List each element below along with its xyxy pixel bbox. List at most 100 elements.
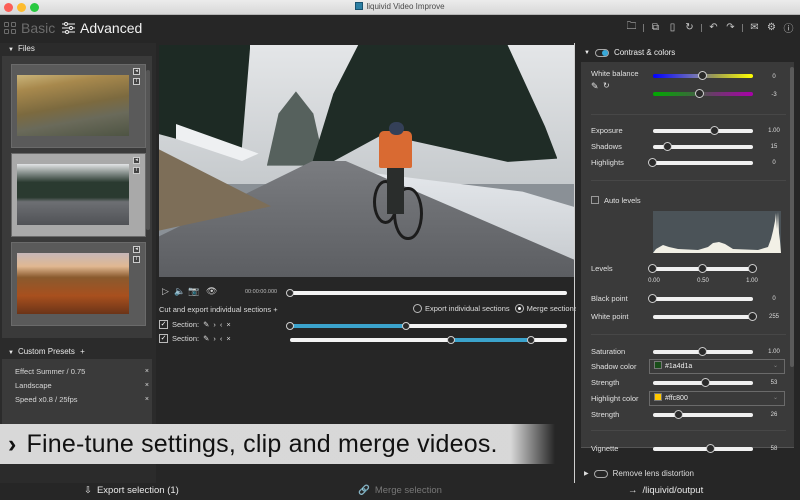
reset-white-balance-icon[interactable]: ↻: [603, 81, 610, 90]
volume-icon[interactable]: 🔈: [174, 286, 185, 297]
highlight-strength-slider[interactable]: [653, 410, 753, 419]
slider-knob[interactable]: [706, 444, 715, 453]
reset-icon[interactable]: ↻: [684, 22, 695, 33]
remove-file-icon[interactable]: ◂: [133, 246, 140, 253]
slider-knob[interactable]: [663, 142, 672, 151]
tab-basic[interactable]: Basic: [4, 20, 55, 36]
playback-knob[interactable]: [286, 289, 294, 297]
slider-knob[interactable]: [698, 347, 707, 356]
slider-knob[interactable]: [674, 410, 683, 419]
slider-knob[interactable]: [748, 312, 757, 321]
files-header[interactable]: ▼ Files: [0, 43, 156, 55]
preset-item[interactable]: Speed x0.8 / 25fps ×: [2, 393, 152, 407]
section-track[interactable]: [290, 336, 567, 344]
shadows-slider[interactable]: [653, 142, 753, 151]
white-balance-tint-slider[interactable]: [653, 89, 753, 98]
delete-section-icon[interactable]: ×: [226, 334, 230, 343]
add-preset-button[interactable]: +: [80, 347, 85, 356]
info-icon[interactable]: ⓘ: [783, 20, 794, 35]
contrast-colors-toggle[interactable]: [594, 48, 609, 57]
snapshot-icon[interactable]: 📷: [188, 286, 199, 297]
remove-file-icon[interactable]: ◂: [133, 157, 140, 164]
slider-knob[interactable]: [648, 294, 657, 303]
white-point-slider[interactable]: [653, 312, 757, 321]
remove-preset-icon[interactable]: ×: [145, 365, 149, 379]
presets-header[interactable]: ▼ Custom Presets +: [0, 346, 156, 358]
panel-divider[interactable]: [574, 43, 575, 483]
shadow-color-dropdown[interactable]: #1a4d1a ⌄: [649, 359, 785, 374]
gear-icon[interactable]: ⚙: [766, 22, 777, 33]
levels-gamma-knob[interactable]: [698, 264, 707, 273]
exposure-slider[interactable]: [653, 126, 753, 135]
video-preview[interactable]: [159, 45, 574, 277]
delete-section-icon[interactable]: ×: [226, 320, 230, 329]
merge-selection-button[interactable]: 🔗 Merge selection: [358, 485, 442, 496]
redo-icon[interactable]: ↷: [725, 22, 736, 33]
slider-knob[interactable]: [698, 71, 707, 80]
chevron-left-icon[interactable]: ‹: [220, 320, 223, 329]
merge-sections-label[interactable]: Merge sections: [527, 304, 578, 313]
auto-levels-checkbox[interactable]: [591, 196, 599, 204]
levels-black-knob[interactable]: [648, 264, 657, 273]
levels-white-knob[interactable]: [748, 264, 757, 273]
output-folder-button[interactable]: → /liquivid/output: [628, 485, 703, 496]
playback-progress[interactable]: [286, 289, 567, 297]
radio-export-individual[interactable]: [413, 304, 422, 313]
chevron-right-icon[interactable]: ›: [213, 320, 216, 329]
preset-item[interactable]: Landscape ×: [2, 379, 152, 393]
section-track[interactable]: [286, 322, 567, 330]
copy-icon[interactable]: ⧉: [650, 22, 661, 33]
edit-icon[interactable]: ✎: [203, 334, 209, 343]
slider-knob[interactable]: [701, 378, 710, 387]
files-scrollbar[interactable]: [146, 70, 150, 230]
app-icon: [355, 2, 364, 10]
vignette-slider[interactable]: [653, 444, 753, 453]
right-panel-scrollbar[interactable]: [790, 67, 794, 367]
edit-icon[interactable]: ✎: [203, 320, 209, 329]
section-start-handle[interactable]: [446, 336, 455, 344]
chevron-left-icon[interactable]: ‹: [220, 334, 223, 343]
export-selection-button[interactable]: ⇩ Export selection (1): [84, 485, 179, 496]
mail-icon[interactable]: ✉: [749, 22, 760, 33]
paste-icon[interactable]: ▯: [667, 22, 678, 33]
eyedropper-icon[interactable]: ✎: [591, 81, 599, 92]
file-item[interactable]: ◂ i: [11, 64, 146, 148]
export-individual-label[interactable]: Export individual sections: [425, 304, 510, 313]
section-checkbox[interactable]: ✓: [159, 334, 168, 343]
tab-advanced[interactable]: Advanced: [62, 20, 142, 36]
shadow-strength-slider[interactable]: [653, 378, 753, 387]
exposure-value: 1.00: [768, 128, 780, 134]
play-icon[interactable]: ▷: [162, 286, 169, 297]
section-start-handle[interactable]: [286, 322, 294, 330]
section-end-handle[interactable]: [526, 336, 535, 344]
slider-knob[interactable]: [648, 158, 657, 167]
section-checkbox[interactable]: ✓: [159, 320, 168, 329]
highlights-slider[interactable]: [648, 158, 753, 167]
contrast-colors-header[interactable]: ▼ Contrast & colors: [584, 48, 675, 57]
slider-knob[interactable]: [710, 126, 719, 135]
remove-preset-icon[interactable]: ×: [145, 379, 149, 393]
lens-distortion-header[interactable]: ▶ Remove lens distortion: [584, 469, 694, 478]
remove-preset-icon[interactable]: ×: [145, 393, 149, 407]
white-balance-temp-slider[interactable]: [653, 71, 753, 80]
highlight-color-dropdown[interactable]: #ffc800 ⌄: [649, 391, 785, 406]
lens-distortion-toggle[interactable]: [593, 469, 608, 478]
folder-icon[interactable]: 🗀: [626, 19, 637, 36]
black-point-slider[interactable]: [648, 294, 753, 303]
undo-icon[interactable]: ↶: [708, 22, 719, 33]
file-info-icon[interactable]: i: [133, 78, 140, 85]
saturation-slider[interactable]: [653, 347, 753, 356]
chevron-right-icon[interactable]: ›: [213, 334, 216, 343]
eye-icon[interactable]: 👁: [206, 286, 217, 297]
section-end-handle[interactable]: [402, 322, 411, 330]
radio-merge-sections[interactable]: [514, 304, 524, 313]
slider-knob[interactable]: [695, 89, 704, 98]
file-info-icon[interactable]: i: [133, 167, 140, 174]
file-item[interactable]: ◂ i: [11, 153, 146, 237]
file-item[interactable]: ◂ i: [11, 242, 146, 326]
add-section-button[interactable]: +: [273, 305, 277, 314]
levels-slider[interactable]: [648, 264, 757, 273]
preset-item[interactable]: Effect Summer / 0.75 ×: [2, 365, 152, 379]
remove-file-icon[interactable]: ◂: [133, 68, 140, 75]
file-info-icon[interactable]: i: [133, 256, 140, 263]
